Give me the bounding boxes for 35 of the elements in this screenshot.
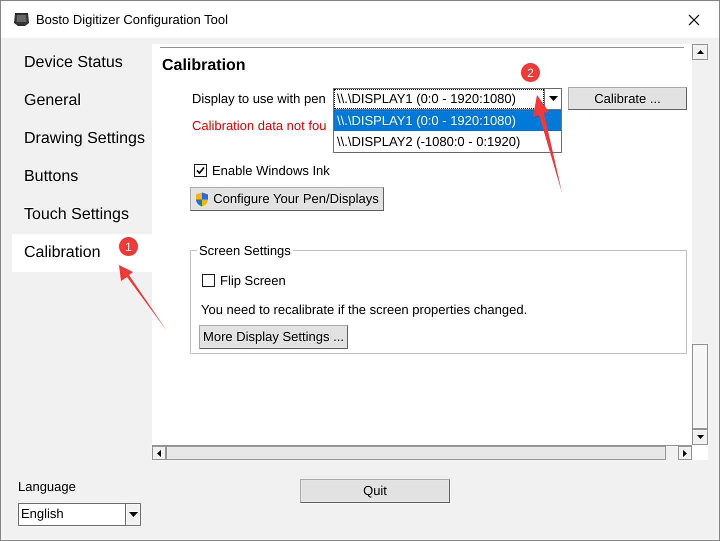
vertical-scrollbar[interactable] xyxy=(692,44,708,445)
language-label: Language xyxy=(18,478,77,496)
note-text: You need to recalibrate if the screen properties changed. xyxy=(201,300,528,319)
checkbox[interactable] xyxy=(194,164,207,177)
sidebar-item[interactable]: Drawing Settings xyxy=(12,120,152,158)
calibrate-button[interactable]: Calibrate ... xyxy=(568,87,687,110)
configure-button[interactable]: Configure Your Pen/Displays xyxy=(190,187,384,211)
close-icon xyxy=(688,14,700,26)
display-dropdown[interactable]: \\.\DISPLAY1 (0:0 - 1920:1080) xyxy=(333,88,562,110)
dropdown-value: \\.\DISPLAY1 (0:0 - 1920:1080) xyxy=(337,90,516,108)
field-label: Display to use with pen xyxy=(192,90,327,108)
language-dropdown[interactable]: English xyxy=(18,502,141,526)
sidebar-item[interactable]: Buttons xyxy=(12,158,152,196)
dropdown-arrow-icon xyxy=(128,512,138,516)
tablet-icon xyxy=(13,12,30,27)
sidebar-item[interactable]: Touch Settings xyxy=(12,196,152,234)
scroll-down-icon xyxy=(696,435,704,439)
scroll-right-icon xyxy=(683,450,687,456)
sidebar-item[interactable]: General xyxy=(12,82,152,120)
scroll-left-icon xyxy=(157,450,161,456)
quit-button[interactable]: Quit xyxy=(300,479,450,503)
sidebar-item[interactable]: Device Status xyxy=(12,44,152,82)
more-display-settings-button[interactable]: More Display Settings ... xyxy=(199,325,348,349)
checkbox-label: Enable Windows Ink xyxy=(212,162,330,180)
checkbox[interactable] xyxy=(202,274,215,288)
scroll-thumb[interactable] xyxy=(692,344,708,429)
section-title: Calibration xyxy=(162,56,246,76)
shield-icon xyxy=(195,192,210,206)
window-title: Bosto Digitizer Configuration Tool xyxy=(36,10,228,29)
dropdown-arrow-icon xyxy=(548,96,558,101)
error-message: Calibration data not fou xyxy=(192,117,326,135)
checkbox-label: Flip Screen xyxy=(220,272,286,290)
scroll-up-icon xyxy=(696,50,704,54)
checkmark-icon xyxy=(196,166,205,175)
dropdown-option[interactable]: \\.\DISPLAY1 (0:0 - 1920:1080) xyxy=(334,110,561,131)
